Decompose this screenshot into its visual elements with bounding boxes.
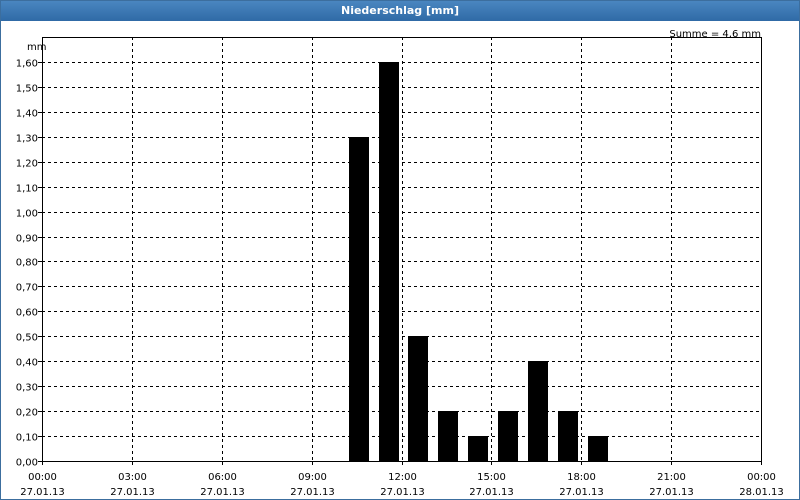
y-tick-label: 1,50 [16,84,38,95]
x-tick-date-label: 27.01.13 [649,487,694,498]
x-tick-date-label: 27.01.13 [200,487,245,498]
x-tick-time-label: 09:00 [298,472,327,483]
x-tick-time-label: 00:00 [28,472,57,483]
x-tick-date-label: 28.01.13 [739,487,784,498]
y-unit-label: mm [27,42,46,53]
y-tick-label: 0,10 [16,433,38,444]
x-tick-date-label: 27.01.13 [290,487,335,498]
y-tick-label: 0,20 [16,408,38,419]
y-tick-label: 0,80 [16,258,38,269]
y-tick-label: 0,60 [16,308,38,319]
precipitation-bar [349,137,369,461]
x-tick-date-label: 27.01.13 [20,487,65,498]
y-tick-label: 0,00 [16,458,38,469]
y-tick-label: 0,70 [16,283,38,294]
y-tick-label: 1,20 [16,159,38,170]
y-tick-label: 1,10 [16,184,38,195]
x-tick-time-label: 15:00 [477,472,506,483]
x-tick-time-label: 18:00 [567,472,596,483]
y-tick-label: 0,30 [16,383,38,394]
chart-window: Niederschlag [mm] mm Summe = 4,6 mm 0,00… [0,0,800,500]
precipitation-bar [468,436,488,461]
y-tick-label: 1,30 [16,134,38,145]
precipitation-bar [438,411,458,461]
precipitation-bar [379,62,399,461]
y-tick-label: 0,90 [16,234,38,245]
x-tick-time-label: 06:00 [208,472,237,483]
x-tick-date-label: 27.01.13 [110,487,155,498]
x-tick-date-label: 27.01.13 [559,487,604,498]
y-tick-label: 1,00 [16,209,38,220]
x-tick-date-label: 27.01.13 [469,487,514,498]
grid [42,37,761,461]
x-tick-time-label: 21:00 [657,472,686,483]
y-tick-labels: 0,00 0,10 0,20 0,30 0,40 0,50 0,60 0,70 0,80 0,90… [16,59,38,469]
precipitation-bar [498,411,518,461]
x-tick-date-label: 27.01.13 [380,487,425,498]
y-tick-label: 0,40 [16,358,38,369]
y-tick-label: 1,60 [16,59,38,70]
axes [38,37,762,465]
y-tick-label: 0,50 [16,333,38,344]
precipitation-chart: mm Summe = 4,6 mm 0,000,100,200,300,400,… [16,29,784,498]
bars [349,62,608,461]
precipitation-bar [528,361,548,461]
precipitation-bar [558,411,578,461]
y-tick-label: 1,40 [16,109,38,120]
x-tick-time-label: 03:00 [118,472,147,483]
sum-label: Summe = 4,6 mm [669,29,761,40]
x-tick-time-label: 00:00 [747,472,776,483]
x-tick-labels: 00:00 27.01.13 03:00 27.01.13 06:00 27.01.13 0… [20,472,784,498]
precipitation-bar [408,336,428,461]
precipitation-bar [588,436,608,461]
x-tick-time-label: 12:00 [388,472,417,483]
